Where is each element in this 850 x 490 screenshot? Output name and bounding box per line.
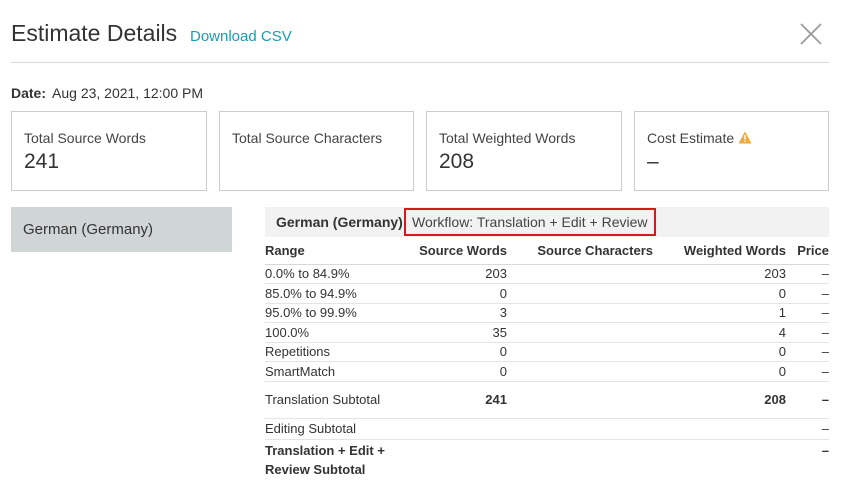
cell-price: – (786, 264, 829, 284)
cell-source-words: 35 (415, 322, 507, 343)
cell-price: – (786, 303, 829, 323)
card-value: – (647, 150, 659, 173)
cell-weighted-words: 1 (653, 303, 786, 323)
cell-range: Repetitions (265, 342, 415, 362)
card-cost-estimate: Cost Estimate – (634, 111, 829, 191)
cell-price: – (786, 322, 829, 343)
cell-weighted-words (653, 418, 786, 440)
cell-weighted-words: 0 (653, 283, 786, 304)
cell-source-characters (507, 439, 653, 479)
cell-source-characters (507, 418, 653, 440)
cell-range: 95.0% to 99.9% (265, 303, 415, 323)
cell-source-words (415, 439, 507, 479)
cell-price: – (786, 418, 829, 440)
card-label-text: Cost Estimate (647, 130, 735, 146)
cell-range: Translation + Edit + Review Subtotal (265, 442, 385, 477)
table-row: 95.0% to 99.9% 3 1 – (265, 303, 829, 323)
cell-source-words: 3 (415, 303, 507, 323)
cell-source-characters (507, 303, 653, 323)
card-label: Cost Estimate (647, 130, 752, 147)
cell-range: Editing Subtotal (265, 418, 415, 440)
card-label: Total Source Characters (232, 130, 383, 146)
page-title: Estimate Details (11, 20, 178, 46)
close-icon[interactable] (799, 22, 823, 46)
cell-range: 100.0% (265, 322, 415, 343)
cell-source-words: 241 (415, 381, 507, 419)
table-row: 100.0% 35 4 – (265, 322, 829, 343)
table-row: SmartMatch 0 0 – (265, 361, 829, 382)
cell-price: – (786, 283, 829, 304)
card-total-source-characters: Total Source Characters (219, 111, 414, 191)
modal-header: Estimate Details Download CSV (11, 0, 829, 63)
cell-range: 0.0% to 84.9% (265, 264, 415, 284)
cell-weighted-words: 0 (653, 361, 786, 382)
card-value: 208 (439, 150, 475, 173)
cell-price: – (786, 342, 829, 362)
editing-subtotal-row: Editing Subtotal – (265, 418, 829, 440)
cell-source-characters (507, 322, 653, 343)
cell-source-words: 0 (415, 283, 507, 304)
date-label: Date: (11, 85, 47, 101)
cell-weighted-words: 208 (653, 381, 786, 419)
detail-language-name: German (Germany) (276, 214, 403, 230)
cell-source-words (415, 418, 507, 440)
language-detail-header: German (Germany) Workflow: Translation +… (265, 207, 829, 237)
card-value: 241 (24, 150, 60, 173)
translation-subtotal-row: Translation Subtotal 241 208 – (265, 381, 829, 419)
card-total-weighted-words: Total Weighted Words 208 (426, 111, 622, 191)
date-value: Aug 23, 2021, 12:00 PM (52, 85, 204, 101)
estimate-date: Date: Aug 23, 2021, 12:00 PM (11, 85, 203, 101)
cell-source-characters (507, 342, 653, 362)
cell-weighted-words: 0 (653, 342, 786, 362)
cell-range: Translation Subtotal (265, 381, 415, 419)
cell-price: – (786, 381, 829, 419)
warning-icon[interactable] (738, 131, 752, 147)
col-weighted-words: Weighted Words (653, 238, 786, 265)
card-label: Total Source Words (24, 130, 146, 146)
cell-source-words: 203 (415, 264, 507, 284)
col-range: Range (265, 238, 415, 265)
card-label: Total Weighted Words (439, 130, 576, 146)
cell-source-characters (507, 264, 653, 284)
language-tab-label: German (Germany) (23, 221, 154, 238)
table-header-row: Range Source Words Source Characters Wei… (265, 238, 829, 265)
workflow-subtotal-row: Translation + Edit + Review Subtotal – (265, 439, 829, 479)
cell-price: – (786, 361, 829, 382)
language-tab-german-germany[interactable]: German (Germany) (11, 207, 232, 252)
cell-weighted-words: 4 (653, 322, 786, 343)
download-csv-link[interactable]: Download CSV (190, 28, 292, 45)
cell-source-characters (507, 361, 653, 382)
cell-weighted-words: 203 (653, 264, 786, 284)
col-price: Price (786, 238, 829, 265)
workflow-label: Workflow: Translation + Edit + Review (404, 208, 656, 236)
cell-weighted-words (653, 439, 786, 479)
col-source-words: Source Words (415, 238, 507, 265)
col-source-characters: Source Characters (507, 238, 653, 265)
table-row: 85.0% to 94.9% 0 0 – (265, 283, 829, 304)
cell-range: SmartMatch (265, 361, 415, 382)
table-row: Repetitions 0 0 – (265, 342, 829, 362)
cell-source-words: 0 (415, 361, 507, 382)
cell-price: – (821, 442, 829, 458)
estimate-table: Range Source Words Source Characters Wei… (265, 238, 829, 479)
cell-range: 85.0% to 94.9% (265, 283, 415, 304)
card-total-source-words: Total Source Words 241 (11, 111, 207, 191)
cell-source-characters (507, 283, 653, 304)
table-row: 0.0% to 84.9% 203 203 – (265, 264, 829, 284)
cell-source-characters (507, 381, 653, 419)
cell-source-words: 0 (415, 342, 507, 362)
